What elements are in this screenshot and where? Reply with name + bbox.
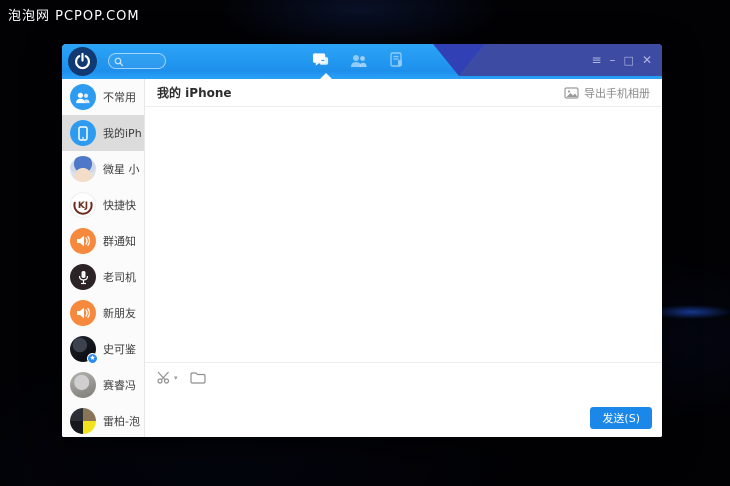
sidebar-item-label: 快捷快 [103, 199, 136, 212]
maximize-icon[interactable]: □ [624, 55, 634, 66]
sidebar-item-label: 微星 小 [103, 163, 140, 176]
sidebar-item-label: 新朋友 [103, 307, 136, 320]
chevron-down-icon: ▾ [174, 373, 178, 382]
speaker-icon [70, 300, 96, 326]
menu-icon[interactable]: ≡ [591, 54, 601, 66]
app-logo-power-icon [68, 47, 97, 76]
titlebar: ≡ – □ ✕ [62, 44, 662, 79]
app-window: ≡ – □ ✕ 不常用 我的iPh 微星 小 KJ 快捷快 群通知 老司机 新朋… [62, 44, 662, 437]
photo-icon [564, 86, 579, 99]
svg-text:KJ: KJ [78, 201, 88, 211]
input-area[interactable]: ▾ 发送(S) [145, 362, 662, 437]
kj-logo-avatar: KJ [70, 192, 96, 218]
message-area[interactable] [145, 107, 662, 362]
sidebar-item-xinpengyou[interactable]: 新朋友 [62, 295, 144, 331]
sidebar-item-label: 我的iPh [103, 127, 142, 140]
contacts-icon [351, 54, 367, 67]
sidebar-item-label: 史可鉴 [103, 343, 136, 356]
sidebar-item-label: 老司机 [103, 271, 136, 284]
window-controls: ≡ – □ ✕ [591, 44, 652, 76]
minimize-icon[interactable]: – [610, 54, 616, 66]
sidebar-item-leibo[interactable]: 雷柏-泡 [62, 403, 144, 437]
screenshot-button[interactable]: ▾ [157, 371, 178, 384]
sidebar-item-shikejian[interactable]: ★ 史可鉴 [62, 331, 144, 367]
cat-avatar: ★ [70, 336, 98, 364]
sidebar-item-my-iphone[interactable]: 我的iPh [62, 115, 144, 151]
speaker-icon [70, 228, 96, 254]
dog-avatar [70, 372, 96, 398]
sidebar-item-laosiji[interactable]: 老司机 [62, 259, 144, 295]
active-tab-indicator [320, 73, 332, 79]
close-icon[interactable]: ✕ [642, 54, 652, 66]
search-icon [114, 52, 124, 71]
tab-messages[interactable] [312, 52, 330, 68]
search-input[interactable] [108, 53, 166, 69]
send-button[interactable]: 发送(S) [590, 407, 652, 429]
chat-title: 我的 iPhone [157, 86, 232, 100]
sidebar-item-sairuifeng[interactable]: 赛睿冯 [62, 367, 144, 403]
export-album-label: 导出手机相册 [584, 86, 650, 100]
sidebar-item-label: 不常用 [103, 91, 136, 104]
scissors-icon [157, 371, 170, 384]
sidebar-item-label: 雷柏-泡 [103, 415, 140, 428]
sidebar-item-qun-tongzhi[interactable]: 群通知 [62, 223, 144, 259]
files-icon [390, 52, 402, 67]
titlebar-tabs [312, 44, 406, 76]
folder-icon [189, 372, 206, 384]
phone-icon [70, 120, 96, 146]
main-panel: 我的 iPhone 导出手机相册 ▾ 发送(S) [145, 79, 662, 437]
group-icon [70, 84, 96, 110]
sidebar-item-infrequent[interactable]: 不常用 [62, 79, 144, 115]
quad-color-avatar [70, 408, 96, 434]
sidebar-item-label: 赛睿冯 [103, 379, 136, 392]
conversation-sidebar: 不常用 我的iPh 微星 小 KJ 快捷快 群通知 老司机 新朋友 ★ 史可鉴 … [62, 79, 145, 437]
export-album-button[interactable]: 导出手机相册 [564, 85, 650, 101]
star-badge-icon: ★ [87, 353, 98, 364]
send-file-button[interactable] [189, 371, 206, 384]
msi-mascot-avatar [70, 156, 96, 182]
mic-icon [70, 264, 96, 290]
sidebar-item-label: 群通知 [103, 235, 136, 248]
sidebar-item-weixing[interactable]: 微星 小 [62, 151, 144, 187]
sidebar-item-kuaijie[interactable]: KJ 快捷快 [62, 187, 144, 223]
watermark: 泡泡网 PCPOP.COM [8, 9, 140, 24]
tab-contacts[interactable] [350, 52, 368, 68]
chat-icon [312, 53, 329, 66]
tab-files[interactable] [388, 52, 406, 68]
chat-header: 我的 iPhone 导出手机相册 [145, 79, 662, 107]
input-toolbar: ▾ [145, 363, 662, 384]
